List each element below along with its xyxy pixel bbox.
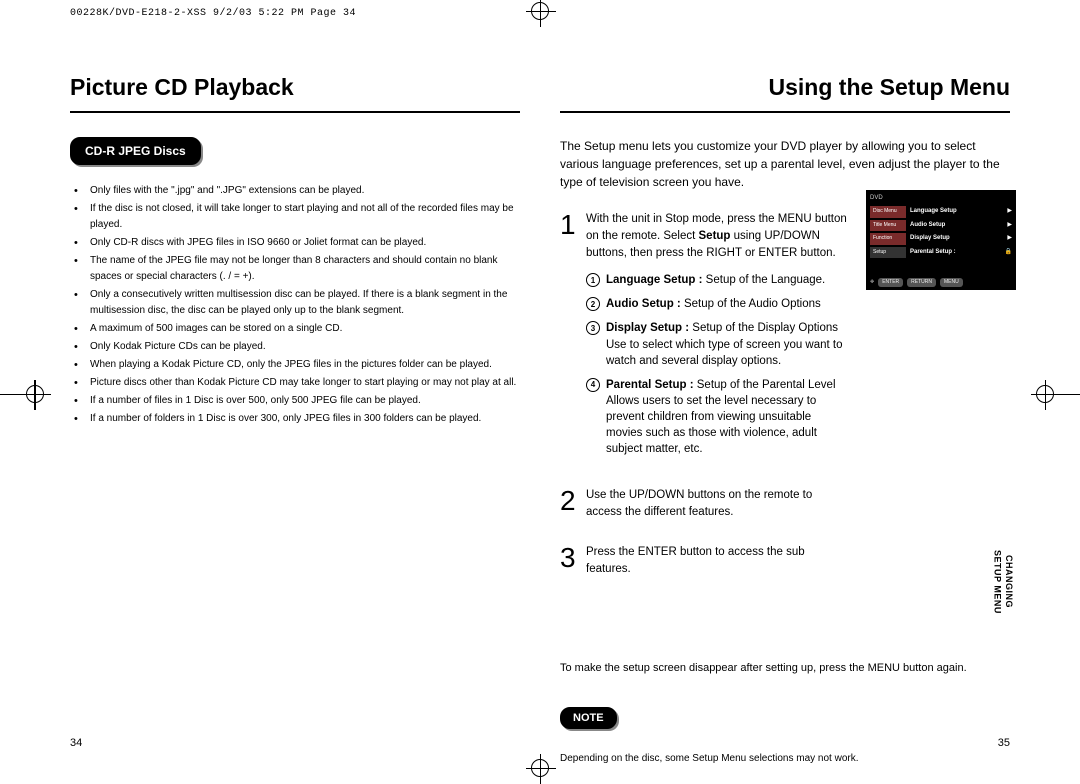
chevron-right-icon: ▶: [1007, 221, 1012, 230]
note-text: Depending on the disc, some Setup Menu s…: [560, 751, 1010, 766]
setup-intro: The Setup menu lets you customize your D…: [560, 137, 1010, 191]
crop-mark-bottom: [531, 759, 549, 777]
step-num: 1: [560, 211, 586, 466]
chevron-right-icon: ▶: [1007, 234, 1012, 243]
dvd-label: DVD: [870, 194, 1012, 203]
osd-opt: Display Setup: [910, 234, 1007, 243]
osd-side: Function: [870, 233, 906, 245]
vtab-line2: SETUP MENU: [992, 550, 1002, 614]
step-body: Press the ENTER button to access the sub…: [586, 544, 850, 579]
list-item: Only Kodak Picture CDs can be played.: [80, 339, 520, 355]
right-title: Using the Setup Menu: [560, 70, 1010, 113]
list-item: If a number of folders in 1 Disc is over…: [80, 411, 520, 427]
step-3: 3 Press the ENTER button to access the s…: [560, 544, 850, 579]
osd-opt: Language Setup: [910, 207, 1007, 216]
crop-mark-right: [1036, 385, 1054, 403]
circled-1: 1: [586, 273, 600, 287]
dpad-icon: ✥: [870, 279, 874, 287]
list-item: If the disc is not closed, it will take …: [80, 201, 520, 233]
left-title: Picture CD Playback: [70, 70, 520, 113]
osd-opt: Audio Setup: [910, 221, 1007, 230]
sub-bold: Parental Setup :: [606, 379, 694, 391]
list-item: When playing a Kodak Picture CD, only th…: [80, 357, 520, 373]
sub-text: Setup of the Language.: [702, 274, 825, 286]
page-num-left: 34: [70, 737, 82, 749]
note-pill: NOTE: [560, 707, 617, 730]
sub-bold: Language Setup :: [606, 274, 702, 286]
sub-bold: Display Setup :: [606, 322, 689, 334]
list-item: If a number of files in 1 Disc is over 5…: [80, 393, 520, 409]
sub-text: Setup of the Audio Options: [681, 298, 821, 310]
list-item: The name of the JPEG file may not be lon…: [80, 253, 520, 285]
step-1: 1 With the unit in Stop mode, press the …: [560, 211, 850, 466]
sub-bold: Audio Setup :: [606, 298, 681, 310]
vtab-line1: CHANGING: [1004, 555, 1014, 608]
list-item: Only CD-R discs with JPEG files in ISO 9…: [80, 235, 520, 251]
crop-mark-top: [531, 2, 549, 20]
step-2: 2 Use the UP/DOWN buttons on the remote …: [560, 487, 850, 522]
step-body: Use the UP/DOWN buttons on the remote to…: [586, 487, 850, 522]
section-tab: CHANGING SETUP MENU: [991, 550, 1014, 614]
step1-bold: Setup: [699, 230, 731, 242]
circled-3: 3: [586, 321, 600, 335]
circled-4: 4: [586, 378, 600, 392]
lock-icon: 🔒: [1005, 248, 1012, 257]
osd-btn: ENTER: [878, 278, 903, 288]
list-item: Picture discs other than Kodak Picture C…: [80, 375, 520, 391]
print-header: 00228K/DVD-E218-2-XSS 9/2/03 5:22 PM Pag…: [70, 8, 356, 19]
list-item: Only files with the ".jpg" and ".JPG" ex…: [80, 183, 520, 199]
osd-btn: RETURN: [907, 278, 936, 288]
closing-text: To make the setup screen disappear after…: [560, 660, 1010, 677]
jpeg-notes-list: Only files with the ".jpg" and ".JPG" ex…: [70, 183, 520, 427]
circled-2: 2: [586, 297, 600, 311]
osd-opt: Parental Setup :: [910, 248, 1005, 257]
osd-btn: MENU: [940, 278, 963, 288]
crop-mark-left: [26, 385, 44, 403]
osd-side: Disc Menu: [870, 206, 906, 218]
page-num-right: 35: [998, 737, 1010, 749]
cdr-jpeg-pill: CD-R JPEG Discs: [70, 137, 201, 165]
osd-side: Setup: [870, 247, 906, 259]
list-item: Only a consecutively written multisessio…: [80, 287, 520, 319]
step-num: 3: [560, 544, 586, 579]
chevron-right-icon: ▶: [1007, 207, 1012, 216]
list-item: A maximum of 500 images can be stored on…: [80, 321, 520, 337]
osd-side: Title Menu: [870, 220, 906, 232]
dvd-osd-mock: DVD Disc MenuLanguage Setup▶ Title MenuA…: [866, 190, 1016, 290]
step-num: 2: [560, 487, 586, 522]
